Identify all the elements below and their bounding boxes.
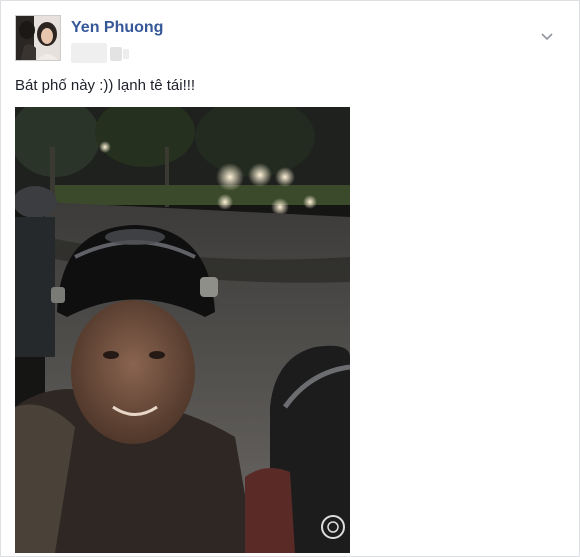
post-timestamp-redacted [71,43,151,63]
avatar-photo-icon [16,16,60,60]
selfie-photo-image [15,107,350,553]
post-photo[interactable] [15,107,350,553]
chevron-down-icon [541,33,553,41]
redacted-block [71,43,107,63]
author-avatar[interactable] [15,15,61,61]
post-header: Yen Phuong [15,15,565,63]
post-message: Bát phố này :)) lạnh tê tái!!! [15,77,196,94]
post-options-button[interactable] [539,31,555,43]
post-card: Yen Phuong Bát phố này :)) lạnh tê tái!!… [0,0,580,557]
redacted-block [123,49,129,59]
author-name-link[interactable]: Yen Phuong [71,19,163,37]
redacted-block [110,47,122,61]
